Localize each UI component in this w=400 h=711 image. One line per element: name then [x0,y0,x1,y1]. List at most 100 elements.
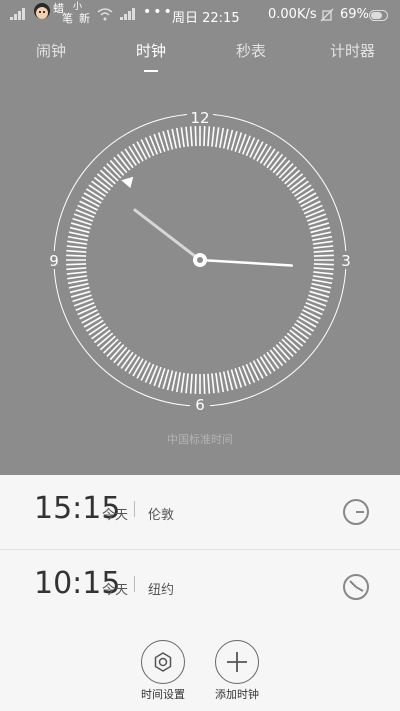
wifi-icon [97,8,113,21]
battery-percent: 69% [340,7,369,22]
clock-tick [294,323,312,336]
clock-tick [219,127,225,148]
minute-hand [198,258,294,267]
clock-label-9: 9 [49,252,59,270]
clock-tick [175,127,181,148]
network-speed: 0.00K/s [268,7,317,22]
clock-tick [66,263,87,266]
clock-tick [252,360,264,379]
clock-tick [302,309,321,320]
clock-tick [256,358,268,377]
clock-tick [128,356,141,375]
clock-tick [189,126,193,147]
tab-timer[interactable]: 计时器 [330,40,375,61]
clock-tick [259,356,272,375]
clock-tick [194,373,197,394]
clock-tick [300,196,319,208]
clock-tick [310,286,331,294]
clock-tick [313,249,334,253]
clock-tick [313,263,334,266]
tab-alarm[interactable]: 闹钟 [36,40,66,61]
clock-tick [136,360,148,379]
world-clock-row[interactable]: 15:15 今天 伦敦 [0,475,400,549]
clock-tick [259,145,272,164]
clock-tick [311,282,332,289]
clock-tick [79,309,98,320]
clock-tick [211,373,215,394]
clock-label-12: 12 [190,109,209,127]
clock-tick [249,139,260,158]
clock-tick [68,231,89,238]
time-settings-button[interactable] [141,640,185,684]
clock-tick [263,148,276,166]
more-dots-icon: ••• [143,4,174,20]
clock-tick [296,319,315,332]
separator [134,501,135,517]
status-bar: 蜡 笔 小 新 ••• 周日 22:15 0.00K/s 69% [0,0,400,30]
clock-tick [166,370,174,391]
clock-tick [91,180,109,194]
clock-tick [83,316,102,328]
clock-tick [67,279,88,285]
clock-label-6: 6 [195,396,205,414]
time-settings-label: 时间设置 [141,688,185,701]
battery-icon [369,10,388,21]
clock-tick [215,127,220,148]
settings-icon [154,651,171,672]
clock-tick [120,351,134,369]
clock-tick [171,371,178,392]
tab-stopwatch[interactable]: 秒表 [236,40,266,61]
clock-tick [207,126,211,147]
clock-tick [291,180,309,194]
clock-tick [312,279,333,285]
clock-tick [140,362,151,381]
clock-panel: 蜡 笔 小 新 ••• 周日 22:15 0.00K/s 69% 闹钟 时钟 秒… [0,0,400,475]
clock-tick [81,196,100,208]
clock-tick [166,129,174,150]
signal-icon [10,8,25,20]
clock-tick [171,128,178,149]
clock-tick [249,362,260,381]
clock-tick [313,245,334,249]
clock-tick [128,145,141,164]
clock-tick [294,184,312,197]
tab-clock[interactable]: 时钟 [136,40,166,61]
clock-label-3: 3 [341,252,351,270]
clock-tick [203,126,206,147]
clock-tick [69,226,90,234]
clock-tick [300,312,319,324]
mini-clock-icon [343,499,369,525]
add-clock-label: 添加时钟 [215,688,259,701]
clock-tick [310,226,331,234]
clock-tick [313,267,334,271]
clock-tick [252,141,264,160]
clock-tick [203,373,206,394]
clock-tick [298,316,317,328]
clock-tick [88,323,106,336]
clock-tick [124,148,137,166]
add-clock-button[interactable] [215,640,259,684]
clock-tick [222,128,229,149]
world-clock-row[interactable]: 10:15 今天 纽约 [0,550,400,624]
clock-tick [175,372,181,393]
sticker-char-4: 新 [79,11,90,25]
clock-tick [298,192,317,204]
clock-tick [302,200,321,211]
status-time: 周日 22:15 [172,11,240,26]
clock-tick [211,126,215,147]
signal-icon-2 [120,8,135,20]
clock-tick [67,235,88,241]
clock-tick [180,127,185,148]
clock-tick [66,254,87,257]
clock-tick [140,139,151,158]
clock-tick [226,129,234,150]
clock-tick [226,370,234,391]
clock-tick [256,143,268,162]
clock-tick [312,275,333,280]
clock-tick [313,254,334,257]
clock-tick [219,372,225,393]
clock-tick [185,126,189,147]
clock-tick [120,151,134,169]
clock-tick [311,231,332,238]
separator [134,576,135,592]
